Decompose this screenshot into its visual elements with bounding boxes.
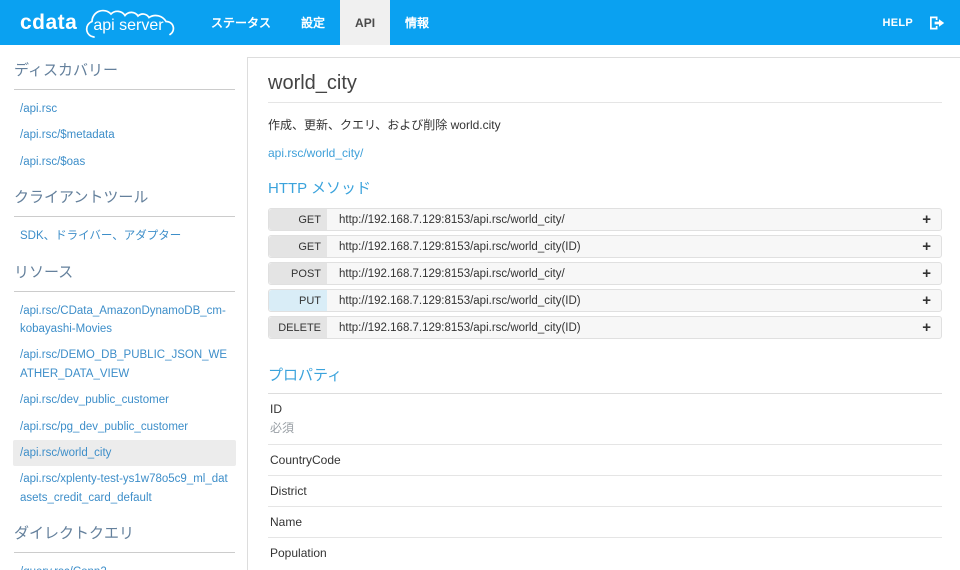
method-row-put[interactable]: PUT http://192.168.7.129:8153/api.rsc/wo… [268,289,942,312]
property-row-district: District [268,476,942,507]
sidebar-section-discovery: ディスカバリー /api.rsc /api.rsc/$metadata /api… [0,59,247,175]
sidebar-heading-direct-query: ダイレクトクエリ [14,522,235,554]
nav-info[interactable]: 情報 [390,0,444,45]
resource-description: 作成、更新、クエリ、および削除 world.city [268,118,501,132]
resource-url-link[interactable]: api.rsc/world_city/ [268,146,363,160]
property-name: District [270,484,307,498]
help-link[interactable]: HELP [882,17,913,29]
sidebar-item-weather-data-view[interactable]: /api.rsc/DEMO_DB_PUBLIC_JSON_WEATHER_DAT… [13,342,236,387]
sidebar-item-conn2[interactable]: /query.rsc/Conn2 [13,559,236,570]
page-title: world_city [268,72,942,103]
sidebar: ディスカバリー /api.rsc /api.rsc/$metadata /api… [0,45,247,570]
expand-plus-icon[interactable]: + [922,293,931,308]
expand-plus-icon[interactable]: + [922,239,931,254]
nav-settings[interactable]: 設定 [286,0,340,45]
top-navbar: cdata api server ステータス 設定 API 情報 HELP [0,0,960,45]
sidebar-section-resources: リソース /api.rsc/CData_AmazonDynamoDB_cm-ko… [0,261,247,512]
nav-api[interactable]: API [340,0,391,45]
method-row-post[interactable]: POST http://192.168.7.129:8153/api.rsc/w… [268,262,942,285]
method-url: http://192.168.7.129:8153/api.rsc/world_… [339,321,581,334]
property-name: ID [270,402,282,416]
sign-out-icon[interactable] [929,16,945,30]
http-methods-heading: HTTP メソッド [268,180,372,197]
sidebar-item-xplenty-credit-card[interactable]: /api.rsc/xplenty-test-ys1w78o5c9_ml_data… [13,466,236,511]
method-url: http://192.168.7.129:8153/api.rsc/world_… [339,294,581,307]
method-row-get-collection[interactable]: GET http://192.168.7.129:8153/api.rsc/wo… [268,208,942,231]
main-nav: ステータス 設定 API 情報 [196,0,444,45]
properties-heading: プロパティ [268,364,942,394]
sidebar-item-api-rsc[interactable]: /api.rsc [13,96,236,122]
property-row-name: Name [268,507,942,538]
method-row-delete[interactable]: DELETE http://192.168.7.129:8153/api.rsc… [268,316,942,339]
brand-product-text: api server [93,16,164,34]
sidebar-item-dynamodb-movies[interactable]: /api.rsc/CData_AmazonDynamoDB_cm-kobayas… [13,298,236,343]
method-url: http://192.168.7.129:8153/api.rsc/world_… [339,240,581,253]
sidebar-item-metadata[interactable]: /api.rsc/$metadata [13,122,236,148]
expand-plus-icon[interactable]: + [922,212,931,227]
method-url: http://192.168.7.129:8153/api.rsc/world_… [339,213,565,226]
nav-status[interactable]: ステータス [196,0,286,45]
brand-cdata-text: cdata [20,10,78,34]
sidebar-item-world-city[interactable]: /api.rsc/world_city [13,439,236,467]
sidebar-item-sdk-drivers[interactable]: SDK、ドライバー、アダプター [13,223,236,249]
brand-logo[interactable]: cdata api server [0,0,192,45]
method-badge: PUT [269,290,327,311]
sidebar-heading-resources: リソース [14,261,235,292]
expand-plus-icon[interactable]: + [922,266,931,281]
http-methods-list: GET http://192.168.7.129:8153/api.rsc/wo… [268,208,942,339]
method-badge: GET [269,236,327,257]
sidebar-item-oas[interactable]: /api.rsc/$oas [13,149,236,175]
property-row-countrycode: CountryCode [268,445,942,476]
sidebar-item-pg-dev-public-customer[interactable]: /api.rsc/pg_dev_public_customer [13,414,236,440]
property-required-note: 必須 [270,421,295,435]
method-url: http://192.168.7.129:8153/api.rsc/world_… [339,267,565,280]
properties-list: ID 必須 CountryCode District Name Populati… [268,394,942,568]
sidebar-item-dev-public-customer[interactable]: /api.rsc/dev_public_customer [13,387,236,413]
property-name: Name [270,515,303,529]
main-panel: world_city 作成、更新、クエリ、および削除 world.city ap… [247,57,960,570]
sidebar-heading-discovery: ディスカバリー [14,59,235,90]
property-row-id: ID 必須 [268,394,942,445]
method-badge: GET [269,209,327,230]
property-name: Population [270,546,327,560]
sidebar-heading-client-tools: クライアントツール [14,186,235,218]
method-badge: DELETE [269,317,327,338]
method-row-get-single[interactable]: GET http://192.168.7.129:8153/api.rsc/wo… [268,235,942,258]
property-name: CountryCode [270,453,341,467]
sidebar-section-direct-query: ダイレクトクエリ /query.rsc/Conn2 /query.rsc/Con… [0,522,247,570]
property-row-population: Population [268,538,942,568]
sidebar-section-client-tools: クライアントツール SDK、ドライバー、アダプター [0,186,247,249]
expand-plus-icon[interactable]: + [922,320,931,335]
method-badge: POST [269,263,327,284]
